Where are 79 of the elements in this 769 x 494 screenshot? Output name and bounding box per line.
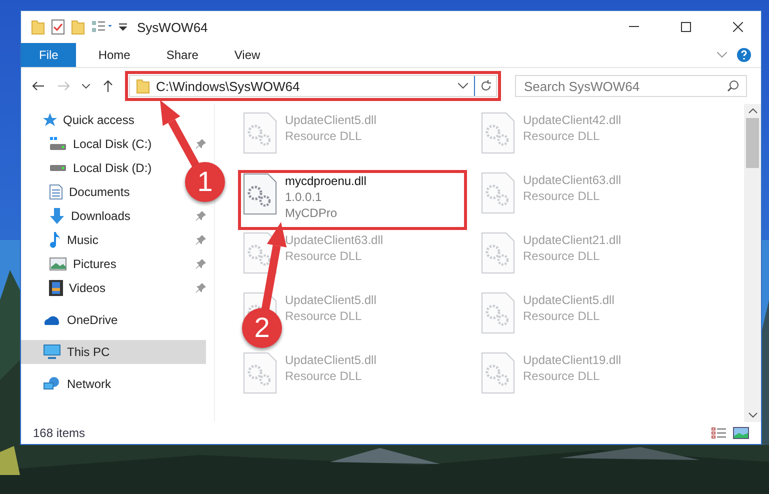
nav-item[interactable]: Downloads [21, 204, 134, 228]
cloud-icon [43, 314, 61, 326]
customize-caret-icon[interactable] [119, 22, 127, 32]
picture-icon [49, 257, 67, 271]
file-gears-icon [243, 112, 277, 154]
nav-item[interactable]: Quick access [21, 108, 138, 132]
address-bar[interactable]: C:\Windows\SysWOW64 [129, 75, 497, 97]
dropdown-caret-icon[interactable] [458, 83, 468, 89]
file-detail: Resource DLL [523, 188, 601, 204]
file-detail: Resource DLL [523, 128, 601, 144]
forward-arrow-icon [58, 81, 70, 91]
drive-icon [49, 164, 67, 172]
file-gears-icon [243, 173, 277, 215]
document-icon [49, 184, 63, 200]
file-gears-icon [481, 172, 515, 214]
file-gears-icon [481, 292, 515, 334]
file-detail: Resource DLL [523, 368, 601, 384]
nav-item[interactable]: Music [21, 228, 102, 252]
back-arrow-icon [32, 81, 44, 91]
nav-item[interactable]: Network [21, 372, 116, 396]
large-icons-view-icon[interactable] [733, 427, 749, 439]
address-path: C:\Windows\SysWOW64 [156, 78, 301, 94]
pin-icon[interactable] [196, 235, 206, 245]
chevron-down-icon [717, 52, 727, 58]
download-arrow-icon [49, 208, 65, 224]
file-gears-icon [243, 352, 277, 394]
file-detail: Resource DLL [285, 128, 363, 144]
nav-item[interactable]: Local Disk (D:) [21, 156, 156, 180]
caret-icon [82, 84, 90, 88]
nav-item[interactable]: Local Disk (C:) [21, 132, 156, 156]
window-title: SysWOW64 [137, 20, 209, 34]
file-detail: Resource DLL [285, 368, 363, 384]
search-field[interactable]: Search SysWOW64 [515, 75, 747, 97]
file-gears-icon [481, 112, 515, 154]
scrollbar[interactable] [744, 104, 761, 422]
folder-icon [136, 78, 150, 94]
ribbon-tab[interactable]: Share [152, 43, 212, 67]
refresh-icon [480, 80, 492, 92]
nav-item[interactable]: Documents [21, 180, 134, 204]
details-view-icon[interactable] [711, 427, 727, 439]
file-gears-icon [481, 352, 515, 394]
drive-icon [49, 137, 67, 151]
help-icon [737, 48, 751, 62]
pin-icon[interactable] [196, 283, 206, 293]
file-detail: Resource DLL [523, 248, 601, 264]
film-icon [49, 280, 63, 296]
file-detail: Resource DLL [285, 308, 363, 324]
file-detail: MyCDPro [285, 205, 338, 221]
new-folder-icon[interactable] [71, 19, 85, 35]
file-detail: Resource DLL [285, 248, 363, 264]
file-gears-icon [481, 232, 515, 274]
close-icon [733, 22, 743, 32]
ribbon-tab[interactable]: View [220, 43, 274, 67]
pin-icon[interactable] [196, 139, 206, 149]
ribbon-tab[interactable]: Home [84, 43, 144, 67]
pin-icon[interactable] [196, 211, 206, 221]
minimize-icon [629, 26, 639, 28]
scroll-thumb[interactable] [746, 118, 759, 168]
ribbon-tab[interactable]: File [21, 43, 76, 67]
folder-icon [31, 19, 45, 35]
music-note-icon [49, 232, 61, 248]
maximize-icon [681, 22, 691, 32]
nav-item[interactable]: This PC [21, 340, 206, 364]
file-detail: 1.0.0.1 [285, 189, 323, 205]
nav-item[interactable]: OneDrive [21, 308, 122, 332]
file-detail: Resource DLL [523, 308, 601, 324]
pin-icon[interactable] [196, 259, 206, 269]
network-icon [43, 376, 61, 392]
file-gears-icon [243, 232, 277, 274]
item-count: 168 items [33, 426, 86, 440]
search-icon [727, 80, 739, 92]
view-list-icon[interactable] [91, 20, 113, 34]
file-name[interactable]: mycdproenu.dll [285, 173, 366, 189]
star-icon [43, 113, 57, 127]
nav-item[interactable]: Videos [21, 276, 110, 300]
properties-icon[interactable] [51, 19, 65, 35]
nav-item[interactable]: Pictures [21, 252, 120, 276]
monitor-icon [43, 344, 61, 360]
up-arrow-icon [103, 80, 113, 92]
